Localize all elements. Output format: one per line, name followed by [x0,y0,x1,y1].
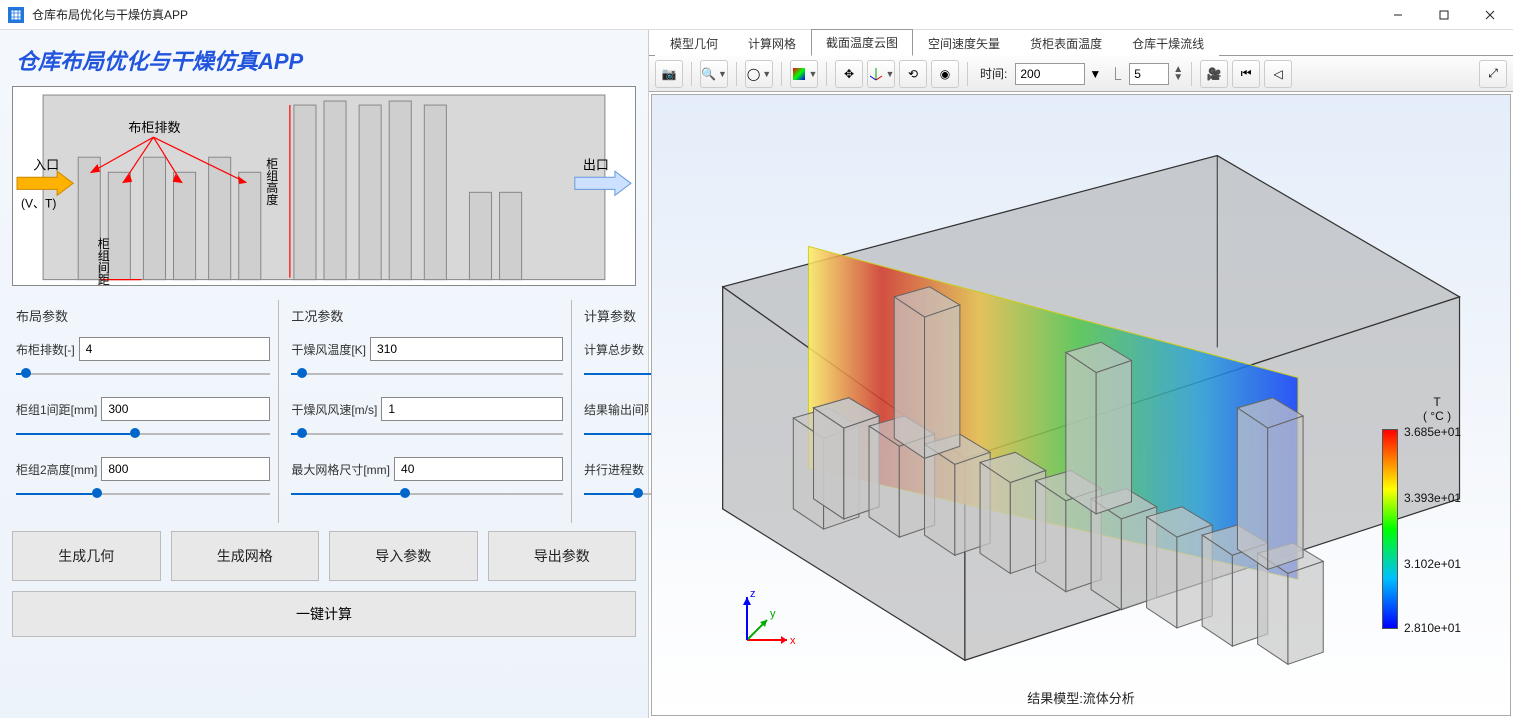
gap-label: 柜组1间距[mm] [16,401,97,418]
videocam-icon: 🎥 [1207,67,1222,81]
speed-label: 干燥风风速[m/s] [291,401,377,418]
tab-geometry[interactable]: 模型几何 [655,30,733,56]
prev-frame-button[interactable]: ◁ [1264,60,1292,88]
svg-text:柜组高度: 柜组高度 [265,157,279,206]
mesh-label: 最大网格尺寸[mm] [291,461,390,478]
legend-var: T [1433,395,1440,409]
outlet-label: 出口 [583,157,609,172]
height-slider[interactable] [16,485,270,503]
zoom-dropdown[interactable]: 🔍▼ [700,60,728,88]
svg-text:z: z [750,588,756,600]
speed-input[interactable] [381,397,563,421]
temp-slider[interactable] [291,365,563,383]
fit-icon: ◉ [940,67,950,81]
color-legend: T ( °C ) 3.685e+01 3.393e+01 3.102e+01 2… [1382,395,1492,629]
temp-input[interactable] [370,337,563,361]
skip-start-icon: ⏮ [1241,66,1252,81]
camera-icon: 📷 [662,67,677,81]
gap-input[interactable] [101,397,270,421]
viewport-footer: 结果模型:流体分析 [1027,688,1135,707]
rotate-button[interactable]: ⟲ [899,60,927,88]
inlet-sub: (V、T) [21,196,56,210]
svg-text:y: y [770,608,776,620]
output-label: 结果输出间隔 [584,401,656,418]
gen-mesh-button[interactable]: 生成网格 [171,531,320,581]
axis-icon [868,66,884,82]
time-chev-icon: ▼ [1089,67,1101,81]
fit-button[interactable]: ◉ [931,60,959,88]
gen-geom-button[interactable]: 生成几何 [12,531,161,581]
lasso-icon: ◯ [747,67,760,81]
rows-label: 布柜排数[-] [16,341,75,358]
magnifier-icon: 🔍 [701,67,716,81]
tab-temp-contour[interactable]: 截面温度云图 [811,29,913,56]
spinner-icon[interactable]: ▲▼ [1173,66,1183,82]
group-layout-title: 布局参数 [16,306,270,325]
time-label: 时间: [976,65,1011,82]
tab-mesh[interactable]: 计算网格 [733,30,811,56]
maximize-button[interactable] [1421,0,1467,30]
axis-triad: x y z [732,585,802,655]
move-icon: ✥ [844,67,854,81]
viewport-toolbar: 📷 🔍▼ ◯▼ ▼ ✥ ▼ ⟲ ◉ 时间: ▼ ⎿ ▲▼ 🎥 ⏮ ◁ ⤢ [649,56,1513,92]
left-panel: 仓库布局优化与干燥仿真APP [0,30,648,718]
svg-text:布柜排数: 布柜排数 [128,120,180,135]
rows-slider[interactable] [16,365,270,383]
expand-icon: ⤢ [1488,66,1498,81]
expand-button[interactable]: ⤢ [1479,60,1507,88]
steps-label: 计算总步数 [584,341,644,358]
legend-tick-2: 3.102e+01 [1404,557,1461,571]
run-button[interactable]: 一键计算 [12,591,636,637]
app-icon [8,7,24,23]
group-condition-title: 工况参数 [291,306,563,325]
legend-tick-3: 2.810e+01 [1404,621,1461,635]
tab-velocity[interactable]: 空间速度矢量 [913,30,1015,56]
threads-label: 并行进程数 [584,461,644,478]
render-dropdown[interactable]: ▼ [790,60,818,88]
mesh-input[interactable] [394,457,563,481]
svg-text:柜组间距: 柜组间距 [96,237,110,286]
height-label: 柜组2高度[mm] [16,461,97,478]
axis-dropdown[interactable]: ▼ [867,60,895,88]
first-frame-button[interactable]: ⏮ [1232,60,1260,88]
rows-input[interactable] [79,337,271,361]
select-dropdown[interactable]: ◯▼ [745,60,773,88]
tab-streamlines[interactable]: 仓库干燥流线 [1117,30,1219,56]
legend-tick-1: 3.393e+01 [1404,491,1461,505]
legend-unit: ( °C ) [1423,409,1451,423]
inlet-label: 入口 [33,157,59,172]
legend-tick-0: 3.685e+01 [1404,425,1461,439]
title-bar: 仓库布局优化与干燥仿真APP [0,0,1513,30]
tab-surface-temp[interactable]: 货柜表面温度 [1015,30,1117,56]
frame-sep-icon: ⎿ [1105,65,1125,82]
export-button[interactable]: 导出参数 [488,531,637,581]
close-button[interactable] [1467,0,1513,30]
app-title: 仓库布局优化与干燥仿真APP [12,38,636,86]
window-title: 仓库布局优化与干燥仿真APP [32,6,188,23]
svg-text:x: x [790,635,796,647]
result-tabs: 模型几何 计算网格 截面温度云图 空间速度矢量 货柜表面温度 仓库干燥流线 [649,30,1513,56]
frame-input[interactable] [1129,63,1169,85]
height-input[interactable] [101,457,270,481]
right-panel: 模型几何 计算网格 截面温度云图 空间速度矢量 货柜表面温度 仓库干燥流线 📷 … [648,30,1513,718]
speed-slider[interactable] [291,425,563,443]
3d-viewport[interactable]: x y z 结果模型:流体分析 T ( °C ) 3.685e+01 3.393… [651,94,1511,716]
time-input[interactable] [1015,63,1085,85]
import-button[interactable]: 导入参数 [329,531,478,581]
pan-button[interactable]: ✥ [835,60,863,88]
group-condition: 工况参数 干燥风温度[K] 干燥风风速[m/s] [287,300,572,523]
mesh-slider[interactable] [291,485,563,503]
legend-bar [1382,429,1398,629]
screenshot-button[interactable]: 📷 [655,60,683,88]
cube-color-icon [791,66,807,82]
layout-diagram: 入口 (V、T) 出口 布柜排数 柜组间距 柜组高度 [12,86,636,286]
minimize-button[interactable] [1375,0,1421,30]
group-layout: 布局参数 布柜排数[-] 柜组1间距[mm] [12,300,279,523]
step-back-icon: ◁ [1274,67,1283,81]
rotate-icon: ⟲ [908,67,918,81]
temp-label: 干燥风温度[K] [291,341,366,358]
gap-slider[interactable] [16,425,270,443]
record-button[interactable]: 🎥 [1200,60,1228,88]
